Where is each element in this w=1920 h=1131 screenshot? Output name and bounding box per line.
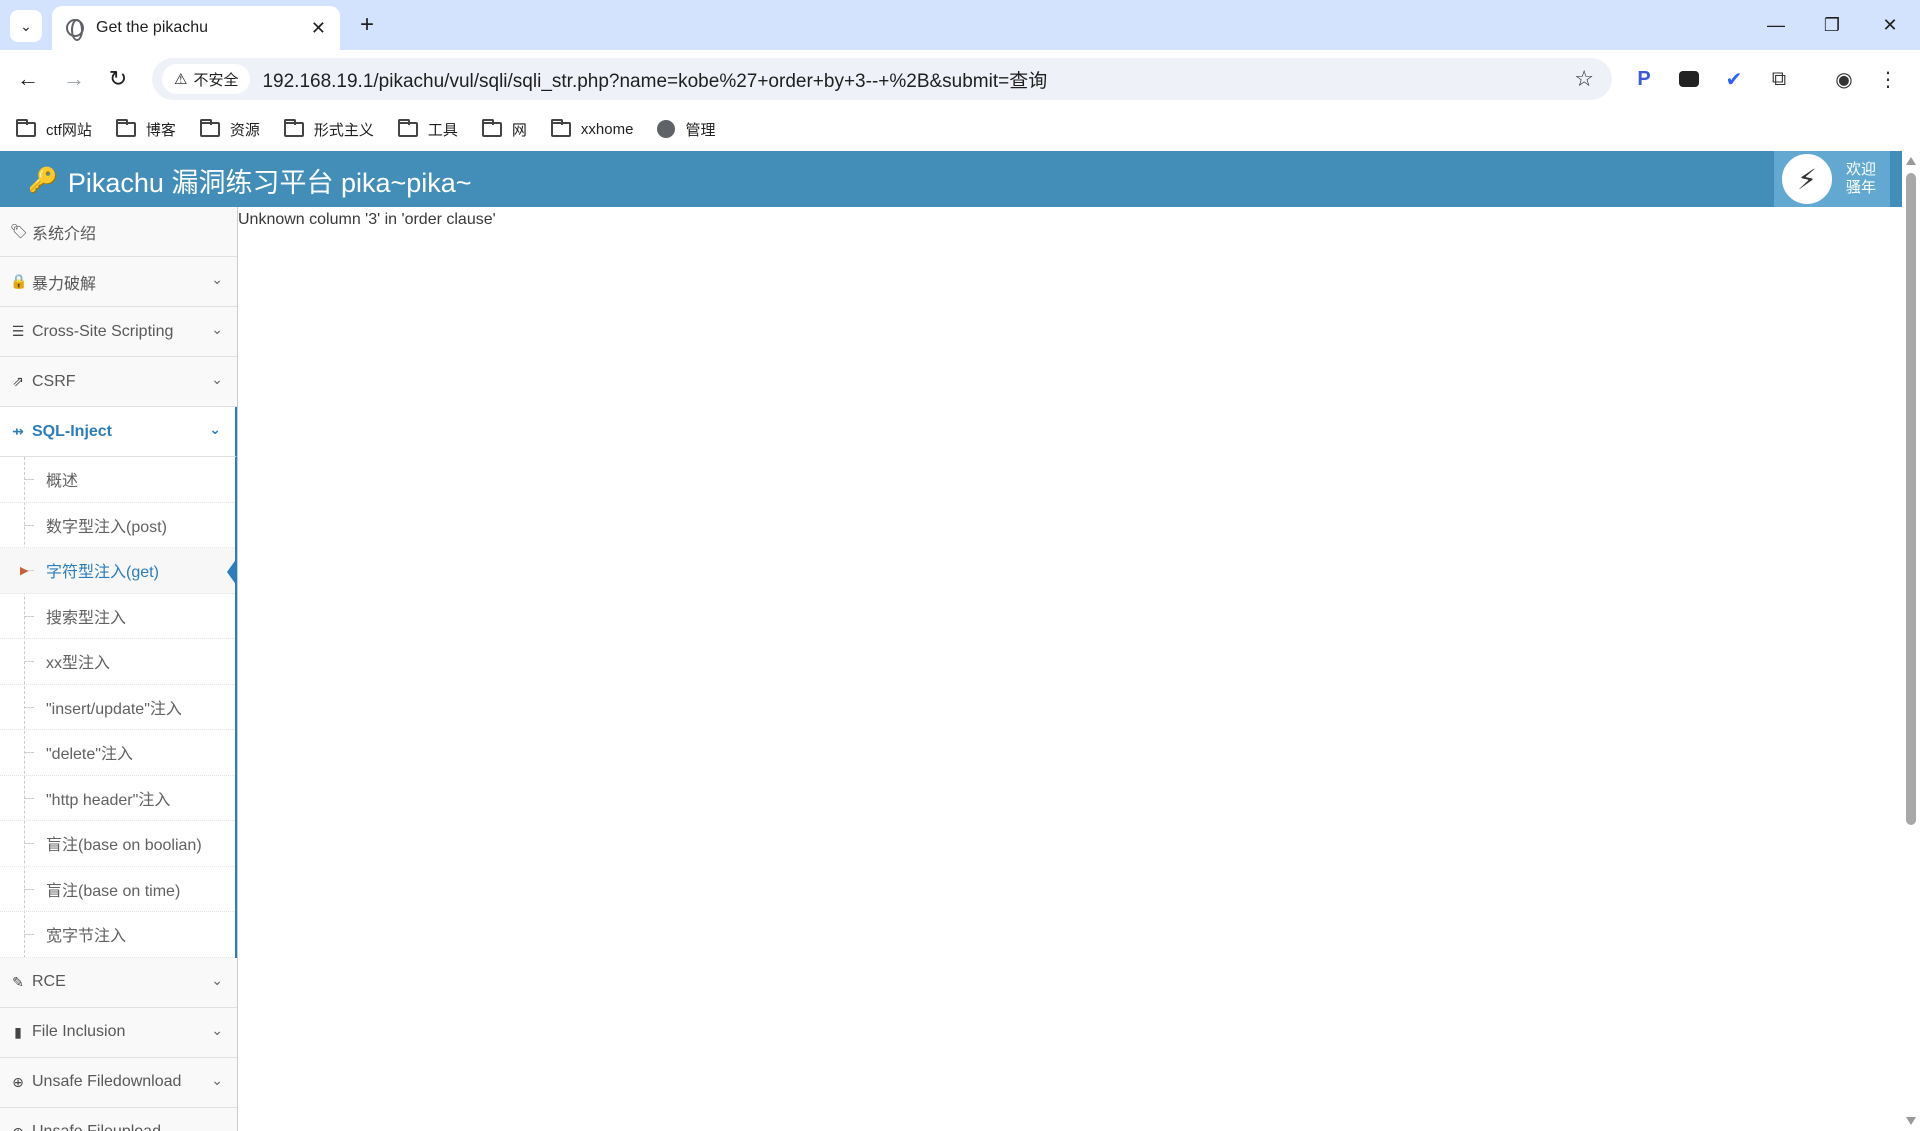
bookmark-resources[interactable]: 资源 (199, 118, 260, 140)
tab-title: Get the pikachu (96, 19, 209, 36)
plug-icon: ⇸ (12, 423, 24, 439)
chevron-down-icon: ⌄ (20, 17, 32, 34)
site-brand[interactable]: 🔑 Pikachu 漏洞练习平台 pika~pika~ (28, 161, 472, 200)
sidebar-item-unsafe-upload[interactable]: ⊕ Unsafe Fileupload ⌄ (0, 1107, 237, 1131)
page-scrollbar[interactable] (1902, 151, 1920, 1131)
new-tab-button[interactable]: + (352, 10, 382, 40)
welcome-text: 欢迎 骚年 (1846, 161, 1877, 196)
folder-icon (481, 118, 502, 137)
sql-error-message: Unknown column '3' in 'order clause' (238, 211, 496, 228)
globe-icon (66, 19, 84, 41)
upload-icon: ⊕ (10, 1124, 26, 1131)
menu-kebab-icon[interactable]: ⋮ (1872, 63, 1904, 95)
submenu-item-blind-boolean[interactable]: 盲注(base on boolian) (0, 821, 235, 867)
close-tab-icon[interactable]: ✕ (311, 18, 326, 39)
chevron-down-icon: ⌄ (209, 421, 221, 437)
scroll-down-arrow[interactable] (1906, 1117, 1916, 1125)
chevron-down-icon: ⌄ (211, 1071, 223, 1088)
extension-mask-icon[interactable] (1673, 63, 1705, 95)
sidebar-item-rce[interactable]: ✎ RCE ⌄ (0, 957, 237, 1008)
extension-p-icon[interactable]: P (1628, 63, 1660, 95)
forward-button[interactable]: → (58, 63, 90, 95)
sqli-submenu: 概述 数字型注入(post) ▶ 字符型注入(get) 搜索型注入 xx型注入 … (0, 457, 237, 958)
minimize-button[interactable]: — (1756, 10, 1796, 40)
download-icon: ⊕ (12, 1073, 24, 1090)
sidebar-item-csrf[interactable]: ⇗ CSRF ⌄ (0, 357, 237, 407)
submenu-item-overview[interactable]: 概述 (0, 457, 235, 503)
scroll-up-arrow[interactable] (1906, 157, 1916, 165)
submenu-item-numeric-post[interactable]: 数字型注入(post) (0, 503, 235, 548)
submenu-item-string-get[interactable]: ▶ 字符型注入(get) (0, 548, 237, 594)
warning-icon: ⚠ (174, 71, 188, 88)
chevron-down-icon: ⌄ (211, 1021, 223, 1038)
tags-icon: 🏷 (10, 223, 28, 239)
chevron-down-icon: ⌄ (211, 371, 223, 387)
bookmark-formalism[interactable]: 形式主义 (283, 118, 374, 140)
brand-title: Pikachu 漏洞练习平台 pika~pika~ (67, 168, 472, 198)
reload-button[interactable]: ↻ (102, 63, 134, 95)
address-bar[interactable]: ⚠ 不安全 192.168.19.1/pikachu/vul/sqli/sqli… (152, 58, 1612, 100)
sidebar-item-xss[interactable]: ☰ Cross-Site Scripting ⌄ (0, 307, 237, 357)
active-pointer (227, 558, 237, 586)
user-menu[interactable]: ⚡ 欢迎 骚年 (1774, 151, 1890, 207)
security-chip[interactable]: ⚠ 不安全 (162, 64, 251, 94)
security-label: 不安全 (193, 71, 239, 89)
main-content: Unknown column '3' in 'order clause' (238, 207, 1902, 1131)
bookmark-manage[interactable]: 管理 (657, 119, 715, 140)
bookmark-xxhome[interactable]: xxhome (550, 118, 633, 138)
sidebar-item-bruteforce[interactable]: 🔒 暴力破解 ⌄ (0, 257, 237, 307)
sidebar: 🏷 系统介绍 🔒 暴力破解 ⌄ ☰ Cross-Site Scripting ⌄… (0, 207, 238, 1131)
sidebar-item-file-inclusion[interactable]: ▮ File Inclusion ⌄ (0, 1007, 237, 1058)
folder-icon (283, 118, 304, 137)
chevron-down-icon: ⌄ (211, 1121, 223, 1131)
close-window-button[interactable]: ✕ (1870, 10, 1910, 40)
site-header: 🔑 Pikachu 漏洞练习平台 pika~pika~ ⚡ 欢迎 骚年 (0, 151, 1902, 207)
avatar: ⚡ (1782, 154, 1832, 204)
submenu-item-search[interactable]: 搜索型注入 (0, 594, 235, 639)
url-text[interactable]: 192.168.19.1/pikachu/vul/sqli/sqli_str.p… (262, 66, 1047, 93)
bookmarks-bar: ctf网站 博客 资源 形式主义 工具 网 xxhome 管理 (0, 108, 1920, 150)
key-icon: 🔑 (28, 167, 58, 194)
chevron-down-icon: ⌄ (211, 271, 223, 287)
web-page: 🔑 Pikachu 漏洞练习平台 pika~pika~ ⚡ 欢迎 骚年 🏷 系统… (0, 151, 1920, 1131)
back-button[interactable]: ← (12, 63, 44, 95)
profile-icon[interactable]: ◉ (1828, 63, 1860, 95)
browser-tab[interactable]: Get the pikachu ✕ (52, 6, 340, 50)
extension-check-icon[interactable]: ✔ (1718, 63, 1750, 95)
scrollbar-thumb[interactable] (1906, 173, 1916, 825)
list-icon: ☰ (11, 323, 25, 339)
bookmark-blog[interactable]: 博客 (115, 118, 176, 140)
submenu-item-http-header[interactable]: "http header"注入 (0, 776, 235, 821)
pencil-icon: ✎ (12, 973, 24, 990)
external-link-icon: ⇗ (12, 373, 24, 389)
sidebar-item-unsafe-download[interactable]: ⊕ Unsafe Filedownload ⌄ (0, 1057, 237, 1108)
browser-tab-bar: ⌄ Get the pikachu ✕ + — ❐ ✕ (0, 0, 1920, 50)
browser-toolbar: ← → ↻ ⚠ 不安全 192.168.19.1/pikachu/vul/sql… (0, 50, 1920, 108)
caret-right-icon: ▶ (20, 565, 29, 577)
submenu-item-delete[interactable]: "delete"注入 (0, 730, 235, 776)
file-icon: ▮ (14, 1023, 22, 1040)
sidebar-item-intro[interactable]: 🏷 系统介绍 (0, 207, 237, 257)
chevron-down-icon: ⌄ (211, 321, 223, 337)
folder-icon (16, 118, 36, 137)
bookmark-net[interactable]: 网 (481, 118, 527, 140)
bookmark-star-icon[interactable]: ☆ (1574, 66, 1594, 92)
submenu-item-blind-time[interactable]: 盲注(base on time) (0, 867, 235, 912)
bookmark-ctf[interactable]: ctf网站 (16, 118, 92, 140)
tab-search-button[interactable]: ⌄ (10, 10, 42, 42)
folder-icon (397, 118, 418, 137)
folder-icon (115, 118, 136, 137)
submenu-item-wide-byte[interactable]: 宽字节注入 (0, 912, 235, 958)
globe-icon (657, 120, 676, 138)
folder-icon (550, 118, 571, 137)
restore-button[interactable]: ❐ (1812, 10, 1852, 40)
submenu-item-xx[interactable]: xx型注入 (0, 639, 235, 685)
folder-icon (199, 118, 220, 137)
lock-icon: 🔒 (10, 273, 28, 289)
bookmark-tools[interactable]: 工具 (397, 118, 458, 140)
submenu-item-insert-update[interactable]: "insert/update"注入 (0, 685, 235, 730)
sidebar-item-sqli[interactable]: ⇸ SQL-Inject ⌄ (0, 407, 237, 457)
chevron-down-icon: ⌄ (211, 971, 223, 988)
extensions-puzzle-icon[interactable]: ⧉ (1763, 63, 1795, 95)
